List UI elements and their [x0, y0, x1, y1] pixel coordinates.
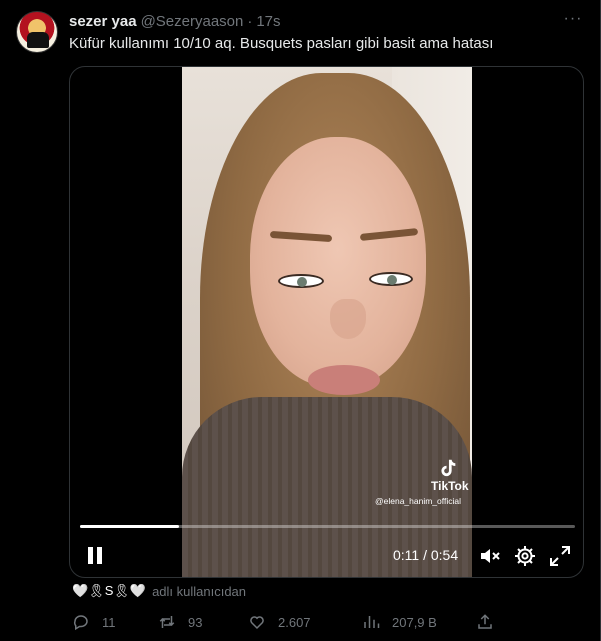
retweet-button[interactable]: 93 — [158, 612, 202, 632]
more-icon: ··· — [563, 10, 583, 27]
video-controls: 0:11 / 0:54 — [70, 541, 583, 571]
share-icon — [478, 614, 492, 629]
more-options-button[interactable]: ··· — [562, 10, 584, 32]
tweet[interactable]: sezer yaa @Sezeryaason · 17s ··· Küfür k… — [0, 0, 601, 641]
retweet-count: 93 — [188, 614, 203, 630]
like-button[interactable]: 2.607 — [248, 612, 311, 632]
tiktok-label: TikTok — [431, 479, 469, 493]
avatar[interactable] — [16, 11, 58, 53]
author-handle[interactable]: @Sezeryaason — [141, 13, 244, 30]
share-button[interactable] — [476, 612, 506, 632]
fullscreen-icon[interactable] — [548, 544, 572, 568]
face — [250, 137, 426, 387]
attribution-emoji: 🤍🎗S🎗🤍 — [72, 583, 147, 598]
attribution[interactable]: 🤍🎗S🎗🤍 adlı kullanıcıdan — [72, 582, 246, 600]
pause-button[interactable] — [84, 545, 106, 567]
progress-fill[interactable] — [80, 525, 179, 528]
like-count: 2.607 — [278, 614, 311, 630]
lips — [308, 365, 380, 395]
tweet-header: sezer yaa @Sezeryaason · 17s — [69, 11, 281, 31]
video-player[interactable]: TikTok @elena_hanim_official 0:11 / 0:54 — [69, 66, 584, 578]
right-eye — [369, 272, 413, 286]
mute-icon[interactable] — [478, 544, 502, 568]
nose — [330, 299, 366, 339]
views-button[interactable]: 207,9 B — [362, 612, 437, 632]
left-eye — [278, 274, 324, 288]
tiktok-icon — [441, 459, 456, 477]
reply-icon — [73, 615, 88, 631]
retweet-icon — [159, 616, 175, 628]
views-icon — [364, 616, 380, 628]
views-count: 207,9 B — [392, 614, 437, 630]
timestamp[interactable]: 17s — [256, 13, 280, 30]
reply-count: 11 — [102, 614, 116, 630]
author-name[interactable]: sezer yaa — [69, 13, 137, 30]
action-bar: 11 93 2.607 207,9 B — [72, 612, 502, 632]
gear-icon[interactable] — [513, 544, 537, 568]
reply-button[interactable]: 11 — [72, 612, 116, 632]
separator: · — [247, 12, 253, 30]
tiktok-handle: @elena_hanim_official — [375, 496, 461, 506]
heart-icon — [250, 616, 264, 630]
time-readout: 0:11 / 0:54 — [393, 547, 459, 563]
attribution-text: adlı kullanıcıdan — [152, 583, 247, 599]
tweet-text: Küfür kullanımı 10/10 aq. Busquets pasla… — [69, 35, 494, 52]
